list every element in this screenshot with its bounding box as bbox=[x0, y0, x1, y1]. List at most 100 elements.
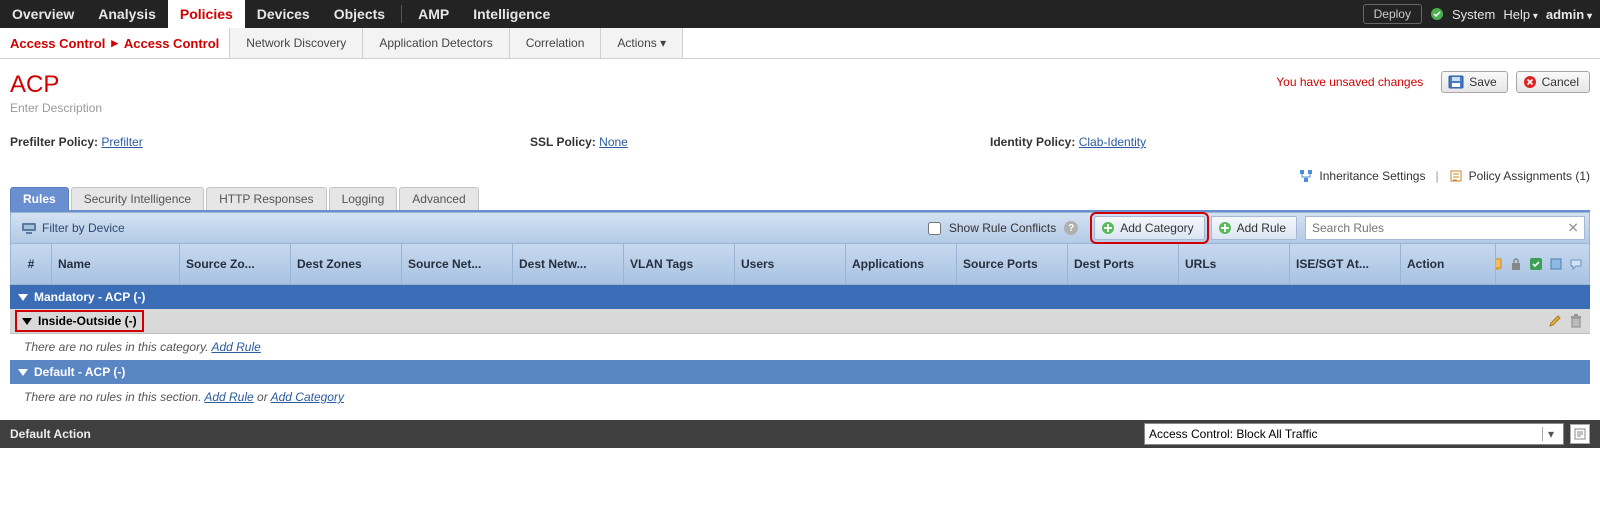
filter-by-device-label: Filter by Device bbox=[42, 221, 125, 235]
col-action: Action bbox=[1401, 244, 1496, 284]
filter-by-device-button[interactable]: Filter by Device bbox=[15, 218, 131, 238]
dropdown-icon: ▾ bbox=[1542, 427, 1559, 441]
nav-amp[interactable]: AMP bbox=[406, 0, 461, 28]
header-icon-tray bbox=[1496, 244, 1589, 284]
empty-text: There are no rules in this section. bbox=[24, 390, 204, 404]
prefilter-link[interactable]: Prefilter bbox=[101, 135, 142, 149]
add-rule-link[interactable]: Add Rule bbox=[211, 340, 260, 354]
save-icon bbox=[1448, 75, 1464, 89]
prefilter-label: Prefilter Policy: bbox=[10, 135, 98, 149]
col-dest-networks: Dest Netw... bbox=[513, 244, 624, 284]
status-ok-icon bbox=[1430, 7, 1444, 21]
nav-system[interactable]: System bbox=[1452, 7, 1495, 22]
subtab-application-detectors[interactable]: Application Detectors bbox=[363, 28, 509, 58]
empty-rules-message: There are no rules in this category. Add… bbox=[10, 334, 1590, 360]
default-section-label: Default - ACP (-) bbox=[34, 365, 125, 379]
info-icon[interactable]: ? bbox=[1064, 221, 1078, 235]
nav-intelligence[interactable]: Intelligence bbox=[461, 0, 562, 28]
col-source-ports: Source Ports bbox=[957, 244, 1068, 284]
col-number: # bbox=[11, 244, 52, 284]
nav-analysis[interactable]: Analysis bbox=[86, 0, 168, 28]
nav-objects[interactable]: Objects bbox=[322, 0, 397, 28]
default-action-bar: Default Action Access Control: Block All… bbox=[0, 420, 1600, 448]
col-applications: Applications bbox=[846, 244, 957, 284]
clear-search-icon[interactable]: ✕ bbox=[1567, 220, 1579, 237]
show-rule-conflicts-checkbox[interactable] bbox=[928, 222, 941, 235]
breadcrumb-b[interactable]: Access Control bbox=[124, 36, 219, 51]
subtab-network-discovery[interactable]: Network Discovery bbox=[230, 28, 363, 58]
tab-http-responses[interactable]: HTTP Responses bbox=[206, 187, 326, 210]
mandatory-section-header[interactable]: Mandatory - ACP (-) bbox=[10, 285, 1590, 309]
show-rule-conflicts-wrap[interactable]: Show Rule Conflicts ? bbox=[924, 219, 1078, 238]
subtab-actions[interactable]: Actions ▾ bbox=[601, 28, 683, 58]
add-rule-button[interactable]: Add Rule bbox=[1211, 216, 1297, 240]
breadcrumb: Access Control ▸ Access Control bbox=[0, 28, 229, 58]
subnav-row: Access Control ▸ Access Control Network … bbox=[0, 28, 1600, 59]
inheritance-icon bbox=[1299, 169, 1313, 183]
nav-devices[interactable]: Devices bbox=[245, 0, 322, 28]
policy-assignments-link[interactable]: Policy Assignments (1) bbox=[1469, 169, 1590, 183]
nav-policies[interactable]: Policies bbox=[168, 0, 245, 28]
rules-toolbar: Filter by Device Show Rule Conflicts ? A… bbox=[10, 212, 1590, 244]
check-icon bbox=[1529, 257, 1543, 271]
collapse-icon bbox=[18, 367, 28, 377]
add-category-button[interactable]: Add Category bbox=[1094, 216, 1204, 240]
add-rule-label: Add Rule bbox=[1237, 221, 1286, 235]
page-title: ACP bbox=[10, 67, 102, 99]
subtab-correlation[interactable]: Correlation bbox=[510, 28, 602, 58]
unsaved-warning: You have unsaved changes bbox=[1276, 75, 1423, 89]
tab-logging[interactable]: Logging bbox=[329, 187, 398, 210]
category-label: Inside-Outside (-) bbox=[38, 314, 137, 328]
ssl-label: SSL Policy: bbox=[530, 135, 596, 149]
tab-security-intelligence[interactable]: Security Intelligence bbox=[71, 187, 204, 210]
default-action-select[interactable]: Access Control: Block All Traffic ▾ bbox=[1144, 423, 1564, 445]
nav-help[interactable]: Help bbox=[1503, 7, 1538, 22]
nav-overview[interactable]: Overview bbox=[0, 0, 86, 28]
collapse-icon bbox=[18, 292, 28, 302]
cancel-button[interactable]: Cancel bbox=[1516, 71, 1590, 93]
note-icon bbox=[1549, 257, 1563, 271]
nav-user[interactable]: admin bbox=[1546, 7, 1592, 22]
or-text: or bbox=[254, 390, 271, 404]
empty-text: There are no rules in this category. bbox=[24, 340, 211, 354]
add-icon bbox=[1218, 221, 1232, 235]
breadcrumb-a[interactable]: Access Control bbox=[10, 36, 105, 51]
add-category-label: Add Category bbox=[1120, 221, 1193, 235]
col-ise-sgt: ISE/SGT At... bbox=[1290, 244, 1401, 284]
mandatory-section-label: Mandatory - ACP (-) bbox=[34, 290, 145, 304]
top-nav: Overview Analysis Policies Devices Objec… bbox=[0, 0, 1600, 28]
files-icon bbox=[1496, 257, 1503, 271]
policy-assignments-icon bbox=[1449, 169, 1463, 183]
tab-advanced[interactable]: Advanced bbox=[399, 187, 478, 210]
save-button[interactable]: Save bbox=[1441, 71, 1507, 93]
col-source-networks: Source Net... bbox=[402, 244, 513, 284]
col-source-zones: Source Zo... bbox=[180, 244, 291, 284]
inheritance-settings-link[interactable]: Inheritance Settings bbox=[1319, 169, 1425, 183]
breadcrumb-sep-icon: ▸ bbox=[111, 35, 118, 51]
comment-icon bbox=[1569, 257, 1583, 271]
deploy-button[interactable]: Deploy bbox=[1363, 4, 1422, 24]
category-header[interactable]: Inside-Outside (-) bbox=[10, 309, 1590, 334]
show-rule-conflicts-label: Show Rule Conflicts bbox=[949, 221, 1056, 235]
log-settings-icon[interactable] bbox=[1570, 424, 1590, 444]
col-dest-zones: Dest Zones bbox=[291, 244, 402, 284]
tab-rules[interactable]: Rules bbox=[10, 187, 69, 210]
delete-icon[interactable] bbox=[1570, 314, 1582, 328]
empty-section-message: There are no rules in this section. Add … bbox=[10, 384, 1590, 410]
search-rules-input[interactable] bbox=[1305, 216, 1585, 240]
lock-icon bbox=[1509, 257, 1523, 271]
identity-link[interactable]: Clab-Identity bbox=[1079, 135, 1146, 149]
device-filter-icon bbox=[21, 221, 37, 235]
default-action-label: Default Action bbox=[10, 427, 91, 441]
rules-grid-header: # Name Source Zo... Dest Zones Source Ne… bbox=[10, 244, 1590, 285]
identity-label: Identity Policy: bbox=[990, 135, 1075, 149]
col-name: Name bbox=[52, 244, 180, 284]
description-placeholder[interactable]: Enter Description bbox=[10, 101, 102, 115]
add-category-link[interactable]: Add Category bbox=[271, 390, 344, 404]
cancel-button-label: Cancel bbox=[1542, 75, 1579, 89]
edit-icon[interactable] bbox=[1548, 314, 1562, 328]
ssl-link[interactable]: None bbox=[599, 135, 628, 149]
add-rule-link[interactable]: Add Rule bbox=[204, 390, 253, 404]
add-icon bbox=[1101, 221, 1115, 235]
default-section-header[interactable]: Default - ACP (-) bbox=[10, 360, 1590, 384]
